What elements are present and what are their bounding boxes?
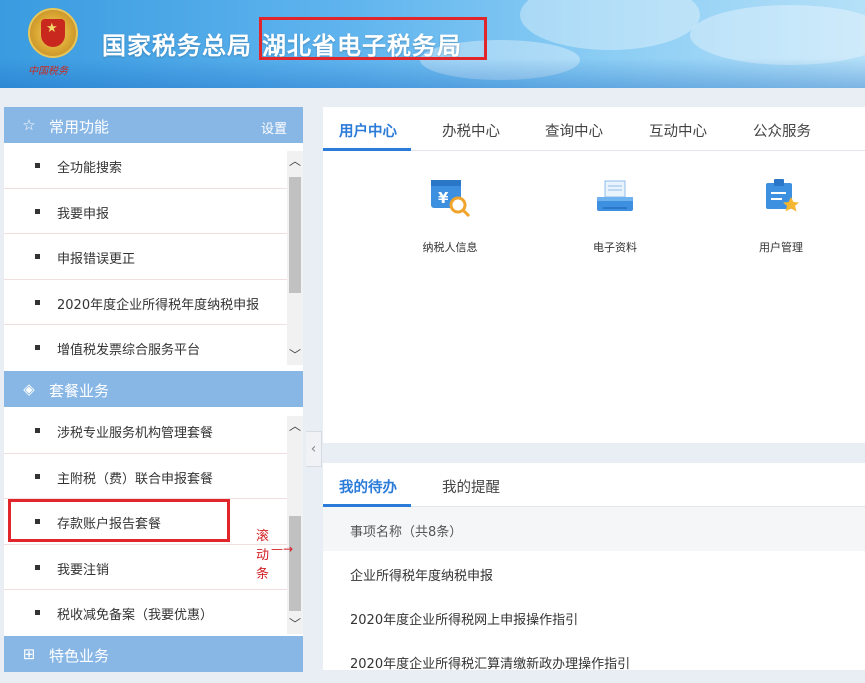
app-label: 用户管理 [759, 241, 803, 254]
list-item[interactable]: 我要注销 [4, 545, 287, 590]
chevron-up-icon[interactable]: ︿ [287, 153, 303, 169]
section-header-common[interactable]: ☆ 常用功能 设置 [4, 107, 303, 143]
scrollbar-common[interactable]: ︿ ﹀ [287, 151, 303, 365]
tab-public-service[interactable]: 公众服务 [753, 120, 811, 141]
scrollbar-thumb[interactable] [289, 177, 301, 293]
chevron-left-icon: ‹ [310, 441, 317, 457]
tab-tax-center[interactable]: 办税中心 [442, 120, 500, 141]
header-cloud [690, 5, 865, 65]
table-row[interactable]: 2020年度企业所得税汇算清缴新政办理操作指引 [323, 639, 865, 683]
highlight-box-item [8, 499, 230, 542]
table-row[interactable]: 企业所得税年度纳税申报 [323, 551, 865, 595]
sidebar: ☆ 常用功能 设置 全功能搜索 我要申报 申报错误更正 2020年度企业所得税年… [4, 107, 303, 672]
app-taxpayer-info[interactable]: ¥ 纳税人信息 [405, 177, 495, 257]
section-header-packages[interactable]: ◈ 套餐业务 [4, 371, 303, 407]
chevron-down-icon[interactable]: ﹀ [287, 347, 303, 363]
app-label: 电子资料 [593, 241, 637, 254]
section-title: 常用功能 [49, 118, 110, 136]
bullet-icon [35, 163, 40, 168]
app-electronic-data[interactable]: 电子资料 [570, 177, 660, 257]
list-item[interactable]: 2020年度企业所得税年度纳税申报 [4, 280, 287, 325]
settings-link[interactable]: 设置 [261, 118, 287, 137]
list-item[interactable]: 增值税发票综合服务平台 [4, 325, 287, 371]
bullet-icon [35, 254, 40, 259]
user-center-panel: 用户中心 办税中心 查询中心 互动中心 公众服务 ¥ 纳税人信息 电子资料 用户… [323, 107, 865, 443]
tab-interaction-center[interactable]: 互动中心 [649, 120, 707, 141]
table-header: 事项名称（共8条） [323, 507, 865, 551]
bullet-icon [35, 208, 40, 214]
bullet-icon [35, 610, 40, 615]
list-item[interactable]: 税收减免备案（我要优惠） [4, 590, 287, 636]
grid-icon: ⊞ [22, 645, 36, 663]
tax-emblem-icon: ★ [28, 8, 78, 58]
table-row[interactable]: 2020年度企业所得税网上申报操作指引 [323, 595, 865, 639]
list-item[interactable]: 涉税专业服务机构管理套餐 [4, 408, 287, 454]
bullet-icon [35, 299, 40, 305]
list-item[interactable]: 申报错误更正 [4, 234, 287, 280]
tab-query-center[interactable]: 查询中心 [545, 120, 603, 141]
annotation-arrow: —→ [271, 542, 294, 556]
bullet-icon [35, 345, 40, 350]
highlight-box-title [259, 17, 487, 60]
section-title: 特色业务 [49, 647, 110, 665]
list-item[interactable]: 全功能搜索 [4, 143, 287, 189]
header-cloud [520, 0, 700, 50]
taxpayer-info-icon: ¥ [428, 177, 472, 218]
tab-my-todo[interactable]: 我的待办 [339, 476, 397, 497]
svg-text:¥: ¥ [438, 189, 449, 207]
app-label: 纳税人信息 [422, 241, 478, 254]
active-tab-indicator [323, 148, 411, 151]
star-icon: ☆ [22, 116, 36, 134]
site-header: ★ 中国税务 国家税务总局 湖北省电子税务局 [0, 0, 865, 88]
electronic-data-icon [593, 177, 637, 217]
list-item[interactable]: 我要申报 [4, 189, 287, 234]
section-title: 套餐业务 [49, 382, 110, 400]
scrollbar-packages[interactable]: ︿ ﹀ [287, 416, 303, 634]
bullet-icon [35, 428, 40, 433]
site-title: 国家税务总局 [102, 32, 252, 60]
user-management-icon [759, 177, 803, 217]
bullet-icon [35, 473, 40, 479]
scrollbar-thumb[interactable] [289, 516, 301, 611]
todo-panel: 我的待办 我的提醒 事项名称（共8条） 企业所得税年度纳税申报 2020年度企业… [323, 463, 865, 672]
collapse-sidebar-button[interactable]: ‹ [306, 431, 322, 467]
app-user-management[interactable]: 用户管理 [736, 177, 826, 257]
main-tabs: 用户中心 办税中心 查询中心 互动中心 公众服务 [323, 107, 865, 151]
list-item[interactable]: 主附税（费）联合申报套餐 [4, 454, 287, 499]
common-functions-list: 全功能搜索 我要申报 申报错误更正 2020年度企业所得税年度纳税申报 增值税发… [4, 143, 287, 371]
chevron-down-icon[interactable]: ﹀ [287, 616, 303, 632]
tab-user-center[interactable]: 用户中心 [339, 120, 397, 141]
layers-icon: ◈ [23, 380, 35, 398]
bullet-icon [35, 564, 40, 570]
header-wave [0, 58, 865, 88]
column-header: 事项名称（共8条） [350, 525, 463, 540]
tab-my-reminders[interactable]: 我的提醒 [442, 476, 500, 497]
section-header-featured[interactable]: ⊞ 特色业务 [4, 636, 303, 672]
todo-tabs: 我的待办 我的提醒 [323, 463, 865, 507]
emblem-label: 中国税务 [28, 66, 68, 77]
chevron-up-icon[interactable]: ︿ [287, 418, 303, 434]
